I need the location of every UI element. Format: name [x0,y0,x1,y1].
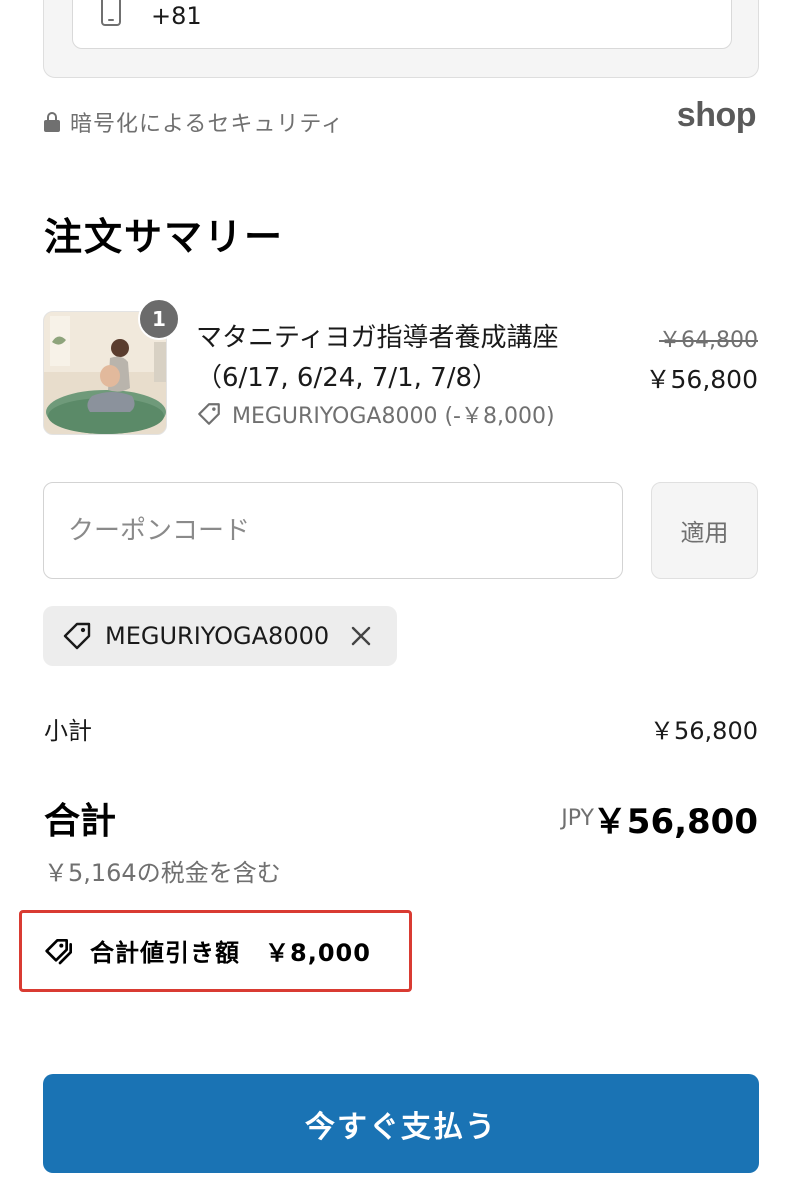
tag-icon [198,403,220,425]
phone-icon [101,0,121,26]
coupon-input[interactable] [43,482,623,579]
remove-coupon-button[interactable] [347,622,375,650]
security-note: 暗号化によるセキュリティ [44,106,344,138]
product-discount: MEGURIYOGA8000 (-￥8,000) [196,398,555,430]
total-savings-text: 合計値引き額 ￥8,000 [90,939,371,967]
phone-section: +81 [43,0,759,78]
lock-icon [44,112,60,132]
tax-note: ￥5,164の税金を含む [44,859,281,887]
tag-icon [63,622,91,650]
phone-country-code: +81 [151,2,202,30]
apply-button[interactable]: 適用 [651,482,758,579]
summary-title: 注文サマリー [44,215,285,259]
total-value: ￥56,800 [592,802,758,842]
discount-tags-icon [45,938,72,964]
original-price: ￥64,800 [659,328,758,353]
phone-field[interactable]: +81 [72,0,732,49]
shop-logo: shop [676,96,757,134]
subtotal-label: 小計 [44,717,92,745]
close-icon [351,626,371,646]
applied-coupon-code: MEGURIYOGA8000 [105,622,330,650]
item-price: ￥56,800 [645,365,758,394]
pay-now-button[interactable]: 今すぐ支払う [43,1074,759,1173]
product-name: マタニティヨガ指導者養成講座（6/17, 6/24, 7/1, 7/8） [196,323,559,393]
security-text: 暗号化によるセキュリティ [70,112,345,137]
subtotal-value: ￥56,800 [650,717,758,745]
total-label: 合計 [44,801,117,842]
product-discount-text: MEGURIYOGA8000 (-￥8,000) [232,404,555,429]
quantity-badge: 1 [138,298,180,340]
total-savings: 合計値引き額 ￥8,000 [44,933,371,968]
total-currency: JPY [561,806,594,831]
applied-coupon-chip: MEGURIYOGA8000 [43,606,398,666]
